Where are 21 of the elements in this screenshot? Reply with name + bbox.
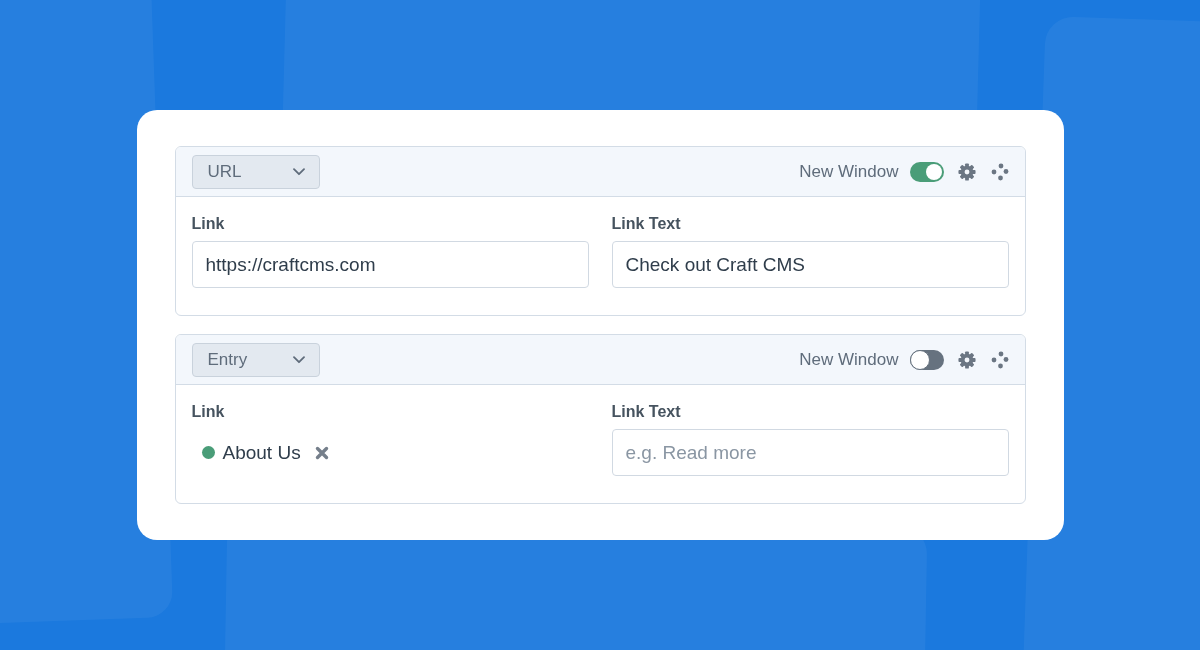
input-field[interactable]: https://craftcms.com <box>191 241 589 288</box>
input-field[interactable]: Check out Craft CMS <box>611 241 1009 288</box>
field-label: Link <box>191 214 225 234</box>
caret-icon <box>292 167 305 176</box>
field-label: Link Text <box>611 214 681 234</box>
settings-icon[interactable] <box>957 162 976 181</box>
toggle-switch[interactable] <box>909 349 944 370</box>
dots-icon[interactable] <box>990 162 1009 181</box>
input-field[interactable]: e.g. Read more <box>611 429 1009 476</box>
field-label: Link Text <box>611 402 681 422</box>
settings-icon[interactable] <box>957 350 976 369</box>
caret-icon <box>292 355 305 364</box>
field-label: Link <box>191 402 225 422</box>
dots-icon[interactable] <box>990 350 1009 369</box>
toggle-label: New Window <box>799 161 899 182</box>
type-select[interactable]: URL <box>191 154 320 189</box>
entry-title[interactable]: About Us <box>222 441 301 464</box>
toggle-label: New Window <box>799 349 899 370</box>
close-icon[interactable] <box>314 445 329 460</box>
type-select[interactable]: Entry <box>191 342 320 377</box>
toggle-switch[interactable] <box>909 161 944 182</box>
